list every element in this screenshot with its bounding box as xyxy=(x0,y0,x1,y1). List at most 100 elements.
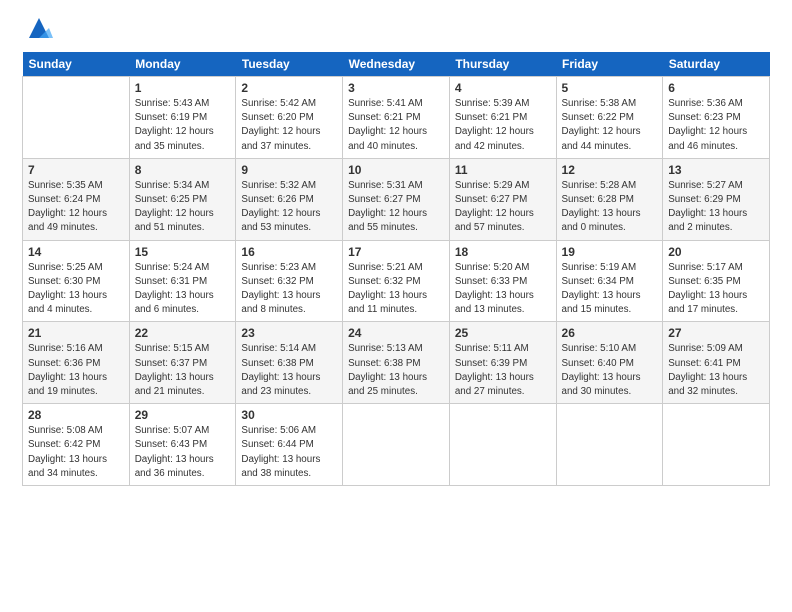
day-info: Sunrise: 5:41 AM Sunset: 6:21 PM Dayligh… xyxy=(348,97,444,154)
day-number: 11 xyxy=(455,163,551,177)
day-number: 23 xyxy=(241,326,337,340)
calendar-cell: 14 Sunrise: 5:25 AM Sunset: 6:30 PM Dayli… xyxy=(23,240,130,322)
day-info: Sunrise: 5:27 AM Sunset: 6:29 PM Dayligh… xyxy=(668,179,764,236)
calendar-cell: 6 Sunrise: 5:36 AM Sunset: 6:23 PM Daylig… xyxy=(663,77,770,159)
day-info: Sunrise: 5:07 AM Sunset: 6:43 PM Dayligh… xyxy=(135,424,231,481)
main-container: SundayMondayTuesdayWednesdayThursdayFrid… xyxy=(0,0,792,496)
calendar-cell xyxy=(449,404,556,486)
day-number: 2 xyxy=(241,81,337,95)
day-number: 24 xyxy=(348,326,444,340)
calendar-cell: 3 Sunrise: 5:41 AM Sunset: 6:21 PM Daylig… xyxy=(343,77,450,159)
calendar-cell: 19 Sunrise: 5:19 AM Sunset: 6:34 PM Dayli… xyxy=(556,240,663,322)
weekday-wednesday: Wednesday xyxy=(343,52,450,77)
weekday-sunday: Sunday xyxy=(23,52,130,77)
calendar-week-1: 1 Sunrise: 5:43 AM Sunset: 6:19 PM Daylig… xyxy=(23,77,770,159)
day-info: Sunrise: 5:36 AM Sunset: 6:23 PM Dayligh… xyxy=(668,97,764,154)
calendar-cell: 29 Sunrise: 5:07 AM Sunset: 6:43 PM Dayli… xyxy=(129,404,236,486)
day-number: 16 xyxy=(241,245,337,259)
weekday-monday: Monday xyxy=(129,52,236,77)
weekday-thursday: Thursday xyxy=(449,52,556,77)
calendar-cell: 30Sunrise: 5:06 AM Sunset: 6:44 PM Dayli… xyxy=(236,404,343,486)
calendar-cell: 8 Sunrise: 5:34 AM Sunset: 6:25 PM Daylig… xyxy=(129,158,236,240)
day-number: 14 xyxy=(28,245,124,259)
weekday-saturday: Saturday xyxy=(663,52,770,77)
day-info: Sunrise: 5:42 AM Sunset: 6:20 PM Dayligh… xyxy=(241,97,337,154)
calendar-cell: 10 Sunrise: 5:31 AM Sunset: 6:27 PM Dayli… xyxy=(343,158,450,240)
weekday-friday: Friday xyxy=(556,52,663,77)
calendar-cell: 1 Sunrise: 5:43 AM Sunset: 6:19 PM Daylig… xyxy=(129,77,236,159)
day-number: 29 xyxy=(135,408,231,422)
page-header xyxy=(22,18,770,42)
day-number: 7 xyxy=(28,163,124,177)
day-info: Sunrise: 5:16 AM Sunset: 6:36 PM Dayligh… xyxy=(28,342,124,399)
calendar-cell: 4 Sunrise: 5:39 AM Sunset: 6:21 PM Daylig… xyxy=(449,77,556,159)
calendar-cell: 5 Sunrise: 5:38 AM Sunset: 6:22 PM Daylig… xyxy=(556,77,663,159)
day-info: Sunrise: 5:31 AM Sunset: 6:27 PM Dayligh… xyxy=(348,179,444,236)
day-number: 20 xyxy=(668,245,764,259)
day-info: Sunrise: 5:17 AM Sunset: 6:35 PM Dayligh… xyxy=(668,261,764,318)
day-info: Sunrise: 5:34 AM Sunset: 6:25 PM Dayligh… xyxy=(135,179,231,236)
day-number: 25 xyxy=(455,326,551,340)
day-number: 10 xyxy=(348,163,444,177)
calendar-cell: 13Sunrise: 5:27 AM Sunset: 6:29 PM Dayli… xyxy=(663,158,770,240)
day-number: 3 xyxy=(348,81,444,95)
day-number: 18 xyxy=(455,245,551,259)
day-info: Sunrise: 5:09 AM Sunset: 6:41 PM Dayligh… xyxy=(668,342,764,399)
calendar-cell: 18 Sunrise: 5:20 AM Sunset: 6:33 PM Dayli… xyxy=(449,240,556,322)
calendar-cell: 16 Sunrise: 5:23 AM Sunset: 6:32 PM Dayli… xyxy=(236,240,343,322)
calendar-week-4: 21Sunrise: 5:16 AM Sunset: 6:36 PM Dayli… xyxy=(23,322,770,404)
day-number: 15 xyxy=(135,245,231,259)
day-info: Sunrise: 5:19 AM Sunset: 6:34 PM Dayligh… xyxy=(562,261,658,318)
day-info: Sunrise: 5:10 AM Sunset: 6:40 PM Dayligh… xyxy=(562,342,658,399)
day-info: Sunrise: 5:06 AM Sunset: 6:44 PM Dayligh… xyxy=(241,424,337,481)
weekday-header-row: SundayMondayTuesdayWednesdayThursdayFrid… xyxy=(23,52,770,77)
day-info: Sunrise: 5:32 AM Sunset: 6:26 PM Dayligh… xyxy=(241,179,337,236)
day-info: Sunrise: 5:29 AM Sunset: 6:27 PM Dayligh… xyxy=(455,179,551,236)
day-number: 26 xyxy=(562,326,658,340)
day-number: 6 xyxy=(668,81,764,95)
day-number: 9 xyxy=(241,163,337,177)
calendar-cell: 23 Sunrise: 5:14 AM Sunset: 6:38 PM Dayli… xyxy=(236,322,343,404)
day-info: Sunrise: 5:15 AM Sunset: 6:37 PM Dayligh… xyxy=(135,342,231,399)
day-info: Sunrise: 5:13 AM Sunset: 6:38 PM Dayligh… xyxy=(348,342,444,399)
calendar-cell: 25Sunrise: 5:11 AM Sunset: 6:39 PM Dayli… xyxy=(449,322,556,404)
calendar-cell: 21Sunrise: 5:16 AM Sunset: 6:36 PM Dayli… xyxy=(23,322,130,404)
day-info: Sunrise: 5:43 AM Sunset: 6:19 PM Dayligh… xyxy=(135,97,231,154)
day-number: 8 xyxy=(135,163,231,177)
calendar-cell xyxy=(556,404,663,486)
day-info: Sunrise: 5:35 AM Sunset: 6:24 PM Dayligh… xyxy=(28,179,124,236)
calendar-cell: 22 Sunrise: 5:15 AM Sunset: 6:37 PM Dayli… xyxy=(129,322,236,404)
day-info: Sunrise: 5:23 AM Sunset: 6:32 PM Dayligh… xyxy=(241,261,337,318)
calendar-cell: 24 Sunrise: 5:13 AM Sunset: 6:38 PM Dayli… xyxy=(343,322,450,404)
day-number: 22 xyxy=(135,326,231,340)
logo xyxy=(22,18,53,42)
day-number: 1 xyxy=(135,81,231,95)
calendar-week-2: 7 Sunrise: 5:35 AM Sunset: 6:24 PM Daylig… xyxy=(23,158,770,240)
day-number: 4 xyxy=(455,81,551,95)
day-number: 17 xyxy=(348,245,444,259)
day-info: Sunrise: 5:24 AM Sunset: 6:31 PM Dayligh… xyxy=(135,261,231,318)
calendar-cell xyxy=(23,77,130,159)
calendar-week-5: 28Sunrise: 5:08 AM Sunset: 6:42 PM Dayli… xyxy=(23,404,770,486)
calendar-week-3: 14 Sunrise: 5:25 AM Sunset: 6:30 PM Dayli… xyxy=(23,240,770,322)
calendar-cell xyxy=(343,404,450,486)
calendar-cell: 26 Sunrise: 5:10 AM Sunset: 6:40 PM Dayli… xyxy=(556,322,663,404)
day-number: 19 xyxy=(562,245,658,259)
day-info: Sunrise: 5:20 AM Sunset: 6:33 PM Dayligh… xyxy=(455,261,551,318)
day-info: Sunrise: 5:38 AM Sunset: 6:22 PM Dayligh… xyxy=(562,97,658,154)
calendar-cell: 7 Sunrise: 5:35 AM Sunset: 6:24 PM Daylig… xyxy=(23,158,130,240)
day-info: Sunrise: 5:14 AM Sunset: 6:38 PM Dayligh… xyxy=(241,342,337,399)
day-info: Sunrise: 5:08 AM Sunset: 6:42 PM Dayligh… xyxy=(28,424,124,481)
calendar-cell: 9 Sunrise: 5:32 AM Sunset: 6:26 PM Daylig… xyxy=(236,158,343,240)
logo-icon xyxy=(25,14,53,42)
calendar-cell: 2 Sunrise: 5:42 AM Sunset: 6:20 PM Daylig… xyxy=(236,77,343,159)
day-info: Sunrise: 5:39 AM Sunset: 6:21 PM Dayligh… xyxy=(455,97,551,154)
calendar-cell: 27Sunrise: 5:09 AM Sunset: 6:41 PM Dayli… xyxy=(663,322,770,404)
calendar-table: SundayMondayTuesdayWednesdayThursdayFrid… xyxy=(22,52,770,486)
day-number: 5 xyxy=(562,81,658,95)
calendar-cell: 28Sunrise: 5:08 AM Sunset: 6:42 PM Dayli… xyxy=(23,404,130,486)
day-info: Sunrise: 5:21 AM Sunset: 6:32 PM Dayligh… xyxy=(348,261,444,318)
day-info: Sunrise: 5:25 AM Sunset: 6:30 PM Dayligh… xyxy=(28,261,124,318)
day-info: Sunrise: 5:28 AM Sunset: 6:28 PM Dayligh… xyxy=(562,179,658,236)
calendar-cell: 12Sunrise: 5:28 AM Sunset: 6:28 PM Dayli… xyxy=(556,158,663,240)
